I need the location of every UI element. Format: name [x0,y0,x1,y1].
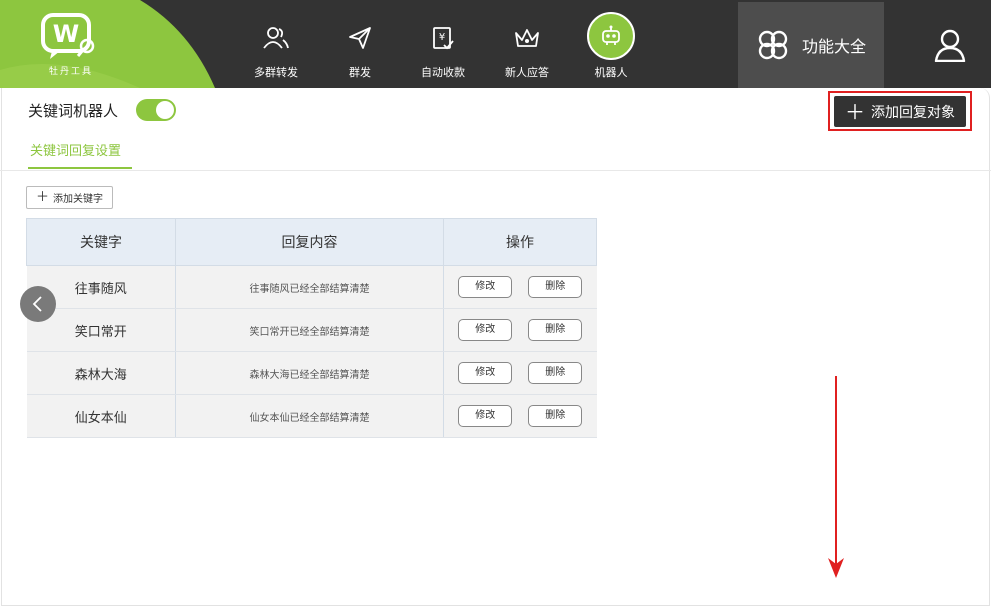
table-row: 往事随风 往事随风已经全部结算清楚 修改 删除 [26,265,597,309]
plus-icon: ＋ [845,99,865,124]
svg-text:¥: ¥ [439,32,445,43]
keyword-cell: 仙女本仙 [26,394,176,438]
user-icon[interactable] [934,28,966,62]
toggle-knob [156,101,174,119]
robot-title: 关键词机器人 [28,102,119,120]
reply-cell: 笑口常开已经全部结算清楚 [175,308,444,352]
tab-underline [28,167,132,169]
delete-button[interactable]: 删除 [528,405,583,427]
header-actions: 操作 [443,218,597,266]
add-reply-target-button[interactable]: ＋ 添加回复对象 [834,96,966,127]
previous-arrow-button[interactable] [20,286,56,322]
delete-button[interactable]: 删除 [528,276,583,298]
nav-label: 机器人 [594,66,628,79]
actions-cell: 修改 删除 [443,351,597,395]
table-row: 笑口常开 笑口常开已经全部结算清楚 修改 删除 [26,308,597,352]
nav-robot[interactable]: 机器人 [569,0,653,88]
delete-button[interactable]: 删除 [528,362,583,384]
reply-cell: 森林大海已经全部结算清楚 [175,351,444,395]
table-row: 森林大海 森林大海已经全部结算清楚 修改 删除 [26,351,597,395]
crown-icon [513,24,541,52]
actions-cell: 修改 删除 [443,308,597,352]
feature-menu-label: 功能大全 [802,37,867,56]
clover-icon [758,30,788,60]
actions-cell: 修改 删除 [443,265,597,309]
logo-icon: W [41,13,95,59]
actions-cell: 修改 删除 [443,394,597,438]
add-reply-target-label: 添加回复对象 [871,104,955,121]
logo-text: 牡丹工具 [48,67,93,77]
keyword-table: 关键字 回复内容 操作 往事随风 往事随风已经全部结算清楚 修改 删除 笑口常开 … [26,218,597,438]
robot-icon [587,12,635,60]
svg-text:W: W [53,20,79,48]
nav-newcomer-reply[interactable]: 新人应答 [485,0,569,88]
nav-auto-payment[interactable]: ¥ 自动收款 [401,0,485,88]
nav-label: 群发 [349,66,371,79]
plus-icon: ＋ [35,190,49,205]
chevron-left-icon [32,296,42,312]
logo-background [0,0,215,88]
edit-button[interactable]: 修改 [458,276,513,298]
add-keyword-label: 添加关键字 [53,194,103,205]
nav-label: 自动收款 [421,66,465,79]
reply-cell: 往事随风已经全部结算清楚 [175,265,444,309]
payment-icon: ¥ [429,24,457,52]
feature-menu-button[interactable]: 功能大全 [738,2,884,88]
nav-label: 多群转发 [254,66,298,79]
keyword-cell: 森林大海 [26,351,176,395]
tab-divider [0,170,991,171]
tab-keyword-reply-settings[interactable]: 关键词回复设置 [30,140,121,159]
header-reply-content: 回复内容 [175,218,444,266]
header-keyword: 关键字 [26,218,176,266]
add-keyword-button[interactable]: ＋ 添加关键字 [26,186,113,209]
edit-button[interactable]: 修改 [458,405,513,427]
send-icon [346,24,374,52]
nav-label: 新人应答 [505,66,549,79]
table-row: 仙女本仙 仙女本仙已经全部结算清楚 修改 删除 [26,394,597,438]
down-arrow-annotation [828,376,844,578]
users-icon [262,24,290,52]
table-header-row: 关键字 回复内容 操作 [26,218,597,266]
edit-button[interactable]: 修改 [458,319,513,341]
nav-multi-group-forward[interactable]: 多群转发 [234,0,318,88]
edit-button[interactable]: 修改 [458,362,513,384]
delete-button[interactable]: 删除 [528,319,583,341]
robot-enable-toggle[interactable] [136,99,176,121]
reply-cell: 仙女本仙已经全部结算清楚 [175,394,444,438]
nav-broadcast[interactable]: 群发 [318,0,402,88]
